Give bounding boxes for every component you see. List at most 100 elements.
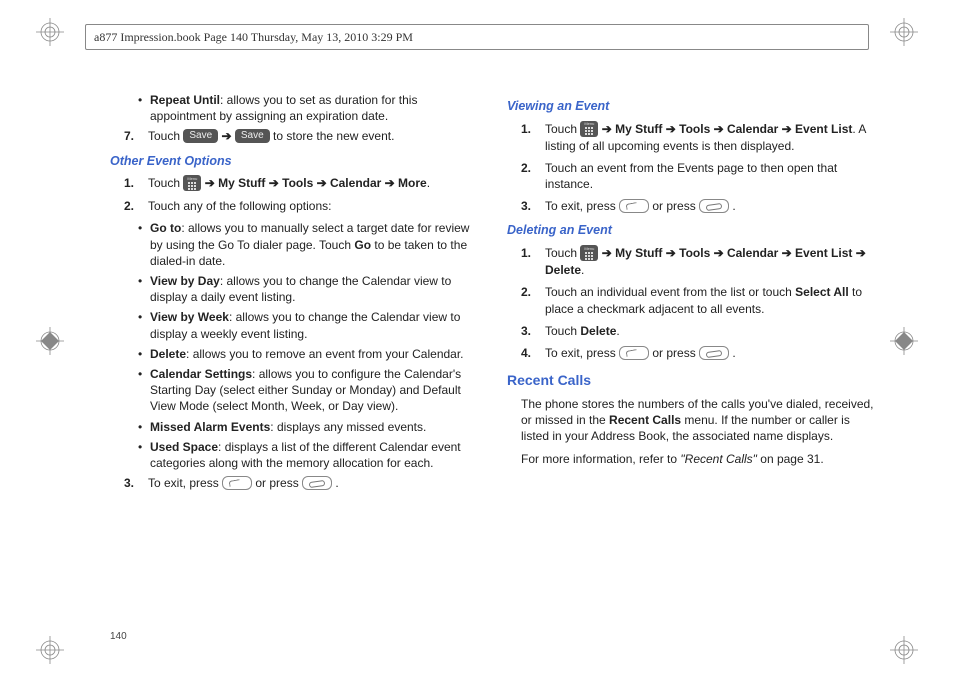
bullet-icon: • [138, 439, 150, 471]
label: Calendar Settings [150, 367, 252, 381]
bullet-icon: • [138, 419, 150, 435]
text: To exit, press [148, 476, 222, 490]
bullet-icon: • [138, 92, 150, 124]
back-key-icon [619, 199, 649, 213]
step-number: 3. [124, 475, 148, 491]
label: Go to [150, 221, 181, 235]
text: Touch [545, 122, 580, 136]
menu-button-icon: Menu [580, 121, 598, 137]
text: . [335, 476, 338, 490]
page-number: 140 [110, 631, 127, 642]
step-7: 7. Touch Save ➔ Save to store the new ev… [124, 128, 477, 144]
text: to store the new event. [273, 129, 394, 143]
bullet-icon: • [138, 273, 150, 305]
label: Missed Alarm Events [150, 420, 270, 434]
end-key-icon [699, 199, 729, 213]
text: . [616, 324, 619, 338]
text: or press [652, 346, 699, 360]
label: View by Week [150, 310, 229, 324]
text: . [732, 346, 735, 360]
label: Repeat Until [150, 93, 220, 107]
right-column: Viewing an Event 1. Touch Menu ➔ My Stuf… [507, 90, 874, 632]
text: or press [652, 199, 699, 213]
text: Touch [148, 176, 183, 190]
view-step-3: 3. To exit, press or press . [521, 198, 874, 214]
label: Delete [150, 347, 186, 361]
bullet-view-by-week: • View by Week: allows you to change the… [138, 309, 477, 341]
heading-recent-calls: Recent Calls [507, 371, 874, 390]
text: Touch [545, 324, 580, 338]
menu-button-icon: Menu [580, 245, 598, 261]
left-column: • Repeat Until: allows you to set as dur… [110, 90, 477, 632]
step-number: 1. [521, 121, 545, 154]
text: : allows you to remove an event from you… [186, 347, 463, 361]
text: Touch any of the following options: [148, 198, 477, 214]
text: . [427, 176, 430, 190]
other-step-2: 2. Touch any of the following options: [124, 198, 477, 214]
crop-mark-icon [36, 18, 64, 46]
del-step-4: 4. To exit, press or press . [521, 345, 874, 361]
recent-calls-para-2: For more information, refer to "Recent C… [521, 451, 874, 467]
text: To exit, press [545, 199, 619, 213]
step-number: 2. [521, 284, 545, 316]
bullet-delete: • Delete: allows you to remove an event … [138, 346, 477, 362]
text: on page 31. [757, 452, 824, 466]
text: or press [255, 476, 302, 490]
header-text: a877 Impression.book Page 140 Thursday, … [94, 30, 413, 45]
arrow-icon: ➔ [222, 129, 235, 143]
end-key-icon [302, 476, 332, 490]
step-number: 4. [521, 345, 545, 361]
bullet-icon: • [138, 309, 150, 341]
label: Recent Calls [609, 413, 681, 427]
text: . [581, 263, 584, 277]
text: : displays any missed events. [270, 420, 426, 434]
heading-deleting-event: Deleting an Event [507, 222, 874, 239]
nav-path: ➔ My Stuff ➔ Tools ➔ Calendar ➔ More [205, 176, 427, 190]
crop-mark-icon [890, 636, 918, 664]
save-button-icon: Save [183, 129, 218, 143]
label: Go [354, 238, 371, 252]
label: Used Space [150, 440, 218, 454]
crop-mark-icon [36, 327, 64, 355]
bullet-repeat-until: • Repeat Until: allows you to set as dur… [138, 92, 477, 124]
bullet-calendar-settings: • Calendar Settings: allows you to confi… [138, 366, 477, 415]
other-step-1: 1. Touch Menu ➔ My Stuff ➔ Tools ➔ Calen… [124, 175, 477, 192]
bullet-view-by-day: • View by Day: allows you to change the … [138, 273, 477, 305]
bullet-icon: • [138, 366, 150, 415]
text: Touch [545, 246, 580, 260]
text: . [732, 199, 735, 213]
step-number: 1. [521, 245, 545, 278]
page-header: a877 Impression.book Page 140 Thursday, … [85, 24, 869, 50]
text: Touch [148, 129, 183, 143]
step-number: 2. [521, 160, 545, 192]
page-content: • Repeat Until: allows you to set as dur… [110, 90, 874, 632]
label: View by Day [150, 274, 220, 288]
crop-mark-icon [36, 636, 64, 664]
crop-mark-icon [890, 18, 918, 46]
reference: "Recent Calls" [680, 452, 757, 466]
step-number: 3. [521, 198, 545, 214]
text: For more information, refer to [521, 452, 680, 466]
view-step-1: 1. Touch Menu ➔ My Stuff ➔ Tools ➔ Calen… [521, 121, 874, 154]
del-step-1: 1. Touch Menu ➔ My Stuff ➔ Tools ➔ Calen… [521, 245, 874, 278]
del-step-2: 2. Touch an individual event from the li… [521, 284, 874, 316]
bullet-missed-alarm: • Missed Alarm Events: displays any miss… [138, 419, 477, 435]
heading-other-event-options: Other Event Options [110, 153, 477, 170]
bullet-used-space: • Used Space: displays a list of the dif… [138, 439, 477, 471]
other-step-3: 3. To exit, press or press . [124, 475, 477, 491]
view-step-2: 2. Touch an event from the Events page t… [521, 160, 874, 192]
back-key-icon [222, 476, 252, 490]
text: Touch an event from the Events page to t… [545, 160, 874, 192]
bullet-goto: • Go to: allows you to manually select a… [138, 220, 477, 269]
label: Delete [580, 324, 616, 338]
menu-button-icon: Menu [183, 175, 201, 191]
crop-mark-icon [890, 327, 918, 355]
text: To exit, press [545, 346, 619, 360]
step-number: 3. [521, 323, 545, 339]
bullet-icon: • [138, 346, 150, 362]
end-key-icon [699, 346, 729, 360]
recent-calls-para-1: The phone stores the numbers of the call… [521, 396, 874, 445]
save-button-icon: Save [235, 129, 270, 143]
step-number: 1. [124, 175, 148, 192]
bullet-icon: • [138, 220, 150, 269]
